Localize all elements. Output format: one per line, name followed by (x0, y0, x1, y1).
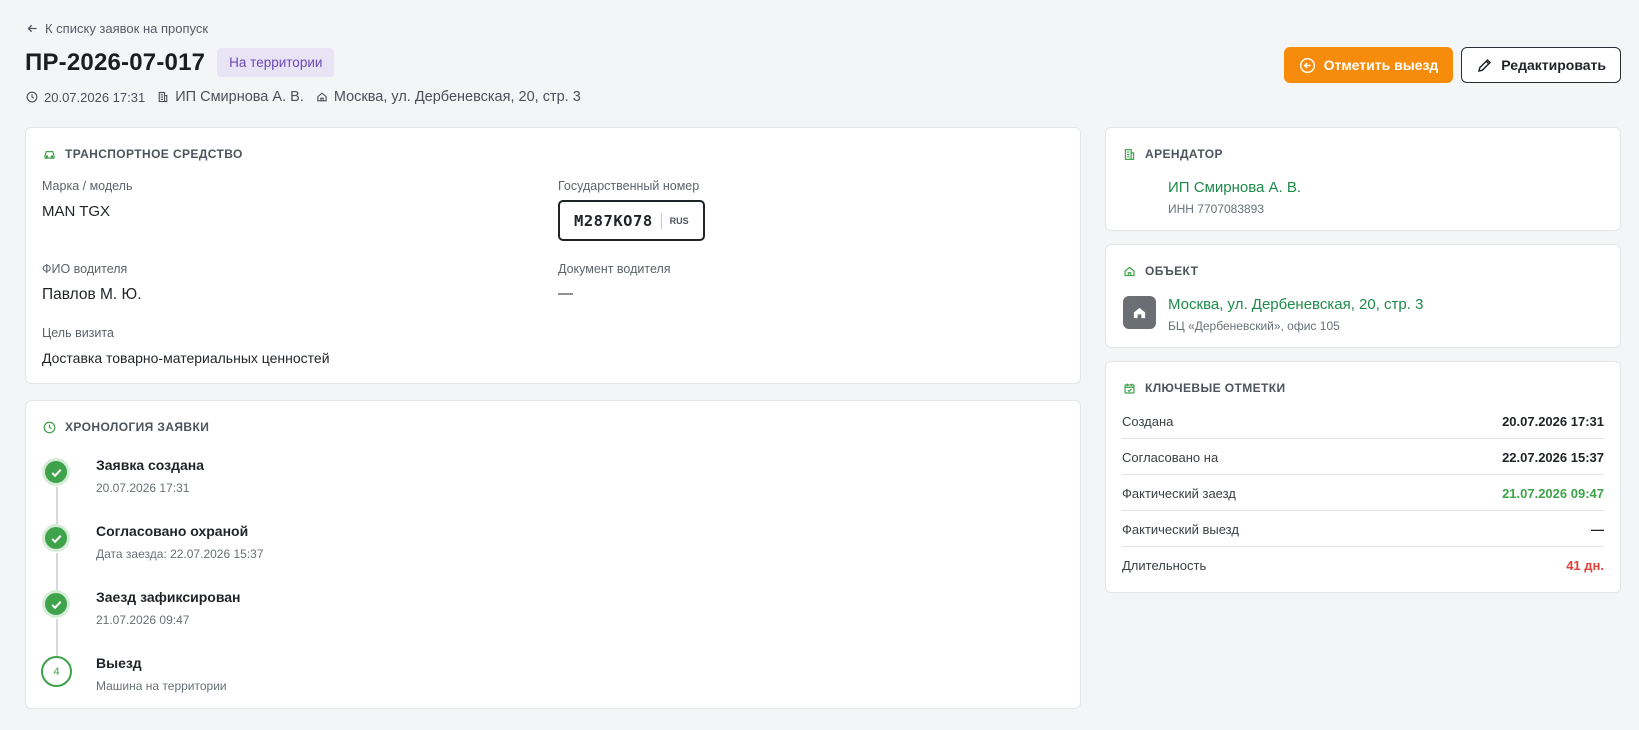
key-mark-row: Длительность 41 дн. (1122, 548, 1604, 583)
back-link-label: К списку заявок на пропуск (45, 21, 209, 36)
key-mark-value: 22.07.2026 15:37 (1502, 449, 1604, 465)
meta-address: Москва, ул. Дербеневская, 20, стр. 3 (316, 89, 581, 105)
home-icon (317, 92, 327, 102)
key-mark-row: Фактический заезд 21.07.2026 09:47 (1122, 476, 1604, 511)
step-done-icon (43, 525, 69, 551)
calendar-check-icon (1124, 383, 1135, 394)
building-icon (1124, 148, 1135, 160)
key-mark-label: Создана (1122, 413, 1174, 429)
step-title: Заявка создана (96, 457, 205, 473)
edit-button[interactable]: Редактировать (1461, 47, 1621, 83)
purpose-label: Цель визита (42, 326, 114, 340)
vehicle-card: ТРАНСПОРТНОЕ СРЕДСТВО Марка / модель MAN… (25, 127, 1081, 384)
vehicle-card-title: ТРАНСПОРТНОЕ СРЕДСТВО (65, 147, 243, 161)
key-mark-value: — (1591, 521, 1604, 537)
driver-label: ФИО водителя (42, 262, 128, 276)
tenant-card: АРЕНДАТОР ИП Смирнова А. В. ИНН 77070838… (1105, 127, 1621, 231)
home-icon (1124, 266, 1135, 276)
checkout-button-label: Отметить выезд (1323, 57, 1439, 73)
key-mark-row: Согласовано на 22.07.2026 15:37 (1122, 440, 1604, 475)
timeline-connector (56, 619, 58, 658)
checkout-button[interactable]: Отметить выезд (1283, 47, 1454, 83)
object-card-header: ОБЪЕКТ (1123, 264, 1198, 278)
step-subtitle: 21.07.2026 09:47 (96, 613, 190, 627)
check-icon (51, 468, 61, 477)
edit-button-label: Редактировать (1501, 57, 1606, 73)
plate-number: М287КО78 (574, 211, 653, 230)
object-card: ОБЪЕКТ Москва, ул. Дербеневская, 20, стр… (1105, 244, 1621, 348)
step-subtitle: Машина на территории (96, 679, 227, 693)
back-link[interactable]: К списку заявок на пропуск (26, 21, 208, 36)
building-icon (158, 91, 168, 103)
key-marks-list: Создана 20.07.2026 17:31 Согласовано на … (1106, 404, 1620, 592)
object-card-title: ОБЪЕКТ (1145, 264, 1199, 278)
key-mark-row: Создана 20.07.2026 17:31 (1122, 404, 1604, 439)
key-mark-label: Согласовано на (1122, 449, 1219, 465)
key-mark-row: Фактический выезд — (1122, 512, 1604, 547)
meta-row: 20.07.2026 17:31 ИП Смирнова А. В. Москв… (26, 89, 593, 105)
meta-tenant: ИП Смирнова А. В. (157, 89, 304, 105)
purpose-value: Доставка товарно-материальных ценностей (42, 350, 330, 366)
key-mark-value: 20.07.2026 17:31 (1502, 413, 1604, 429)
key-mark-label: Фактический выезд (1122, 521, 1239, 537)
exit-circle-icon (1299, 57, 1315, 73)
clock-icon (26, 91, 38, 103)
tenant-name-link[interactable]: ИП Смирнова А. В. (1168, 179, 1301, 196)
key-mark-label: Длительность (1122, 558, 1207, 573)
key-marks-card: КЛЮЧЕВЫЕ ОТМЕТКИ Создана 20.07.2026 17:3… (1105, 361, 1621, 593)
step-subtitle: 20.07.2026 17:31 (96, 481, 190, 495)
step-pending-icon: 4 (41, 656, 72, 687)
house-icon (1133, 307, 1146, 319)
object-detail: БЦ «Дербеневский», офис 105 (1168, 319, 1340, 333)
brand-value: MAN TGX (42, 203, 111, 220)
meta-datetime-text: 20.07.2026 17:31 (44, 89, 146, 105)
doc-value: — (558, 285, 573, 302)
step-title: Согласовано охраной (96, 523, 249, 539)
plate-label: Государственный номер (558, 179, 700, 193)
step-done-icon (43, 591, 69, 617)
check-icon (51, 534, 61, 543)
timeline-connector (56, 487, 58, 526)
plate-country: RUS (669, 215, 689, 226)
timeline-card-header: ХРОНОЛОГИЯ ЗАЯВКИ (43, 420, 209, 434)
key-mark-value: 21.07.2026 09:47 (1502, 485, 1604, 501)
key-marks-card-header: КЛЮЧЕВЫЕ ОТМЕТКИ (1123, 381, 1286, 395)
step-done-icon (43, 459, 69, 485)
tenant-card-title: АРЕНДАТОР (1145, 147, 1223, 161)
brand-label: Марка / модель (42, 179, 133, 193)
meta-address-text: Москва, ул. Дербеневская, 20, стр. 3 (333, 89, 581, 105)
object-avatar (1123, 296, 1156, 329)
key-mark-value: 41 дн. (1566, 558, 1604, 573)
timeline-card: ХРОНОЛОГИЯ ЗАЯВКИ Заявка создана 20.07.2… (25, 400, 1081, 709)
pencil-icon (1478, 58, 1492, 72)
step-title: Заезд зафиксирован (96, 589, 241, 605)
tenant-inn: ИНН 7707083893 (1168, 202, 1265, 216)
doc-label: Документ водителя (558, 262, 671, 276)
driver-value: Павлов М. Ю. (42, 286, 142, 303)
vehicle-card-header: ТРАНСПОРТНОЕ СРЕДСТВО (43, 147, 243, 161)
license-plate: М287КО78 RUS (558, 200, 705, 241)
meta-datetime: 20.07.2026 17:31 (26, 90, 145, 105)
object-address-link[interactable]: Москва, ул. Дербеневская, 20, стр. 3 (1168, 296, 1423, 313)
arrow-left-icon (27, 24, 37, 33)
status-badge: На территории (217, 48, 335, 77)
key-mark-label: Фактический заезд (1122, 485, 1236, 501)
step-subtitle: Дата заезда: 22.07.2026 15:37 (96, 547, 264, 561)
car-icon (44, 150, 55, 159)
header-actions: Отметить выезд Редактировать (1283, 47, 1621, 83)
step-title: Выезд (96, 655, 142, 671)
tenant-card-header: АРЕНДАТОР (1123, 147, 1223, 161)
timeline-connector (56, 553, 58, 592)
timeline-card-title: ХРОНОЛОГИЯ ЗАЯВКИ (65, 420, 210, 434)
key-marks-card-title: КЛЮЧЕВЫЕ ОТМЕТКИ (1145, 381, 1286, 395)
check-icon (51, 600, 61, 609)
clock-icon (43, 421, 56, 433)
page-title: ПР-2026-07-017 (25, 48, 206, 76)
meta-tenant-text: ИП Смирнова А. В. (175, 89, 304, 105)
title-row: ПР-2026-07-017 На территории (25, 48, 335, 77)
plate-divider (660, 212, 662, 229)
